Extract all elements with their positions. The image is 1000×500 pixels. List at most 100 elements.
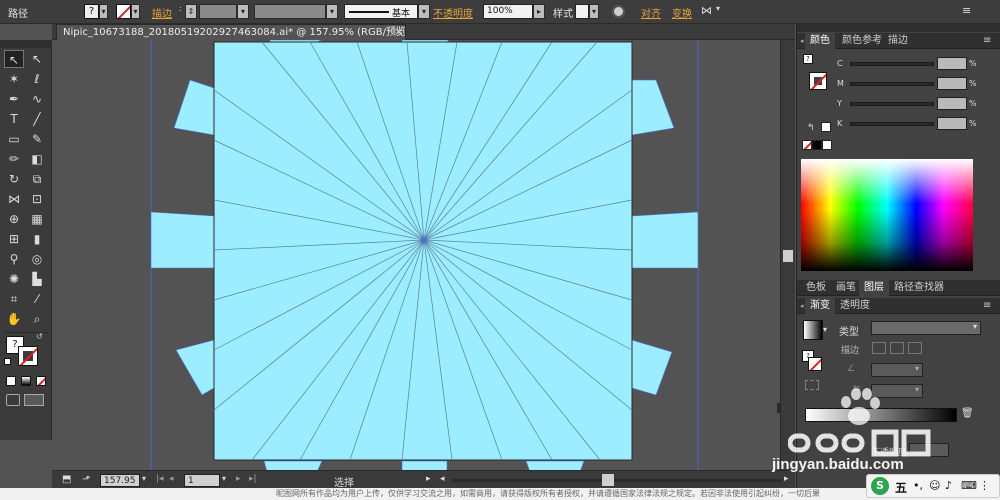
line-tool-icon[interactable]: ╱ <box>27 110 47 128</box>
tab-close-icon[interactable]: × <box>394 25 403 38</box>
channel-m-input[interactable] <box>937 77 967 90</box>
delete-stop-icon[interactable]: 🗑 <box>961 408 974 419</box>
first-artboard-icon[interactable]: |◂ <box>156 474 164 484</box>
channel-y-input[interactable] <box>937 97 967 110</box>
outer-petal-4[interactable] <box>631 211 699 269</box>
ime-keyboard-icon[interactable]: ⌨ <box>961 479 977 492</box>
zoom-dropdown[interactable]: ▾ <box>142 474 146 483</box>
column-graph-tool-icon[interactable]: ▙ <box>27 270 47 288</box>
free-transform-tool-icon[interactable]: ⊡ <box>27 190 47 208</box>
drawing-mode-icon[interactable] <box>6 394 20 406</box>
brush-dropdown-arrow[interactable]: ▾ <box>418 4 430 19</box>
scale-tool-icon[interactable]: ⧉ <box>27 170 47 188</box>
tab-color-guide[interactable]: 颜色参考 <box>837 33 887 49</box>
artboard-tool-icon[interactable]: ⌗ <box>4 290 24 308</box>
tools-panel-grip[interactable] <box>0 40 52 48</box>
pen-tool-icon[interactable]: ✒ <box>4 90 24 108</box>
tab-stroke[interactable]: 描边 <box>883 33 913 49</box>
eyedropper-tool-icon[interactable]: ⚲ <box>4 250 24 268</box>
ime-mode[interactable]: 五 <box>895 479 907 496</box>
hand-tool-icon[interactable]: ✋ <box>4 310 24 328</box>
hscroll-left-icon[interactable]: ◂ <box>440 474 445 484</box>
mesh-tool-icon[interactable]: ⊞ <box>4 230 24 248</box>
direct-selection-tool-icon[interactable]: ↖ <box>27 50 47 68</box>
horizontal-scroll-track[interactable] <box>452 479 782 482</box>
stroke-weight-dropdown[interactable]: ▾ <box>237 4 249 19</box>
color-fill-mini[interactable]: ? <box>803 54 813 64</box>
gradient-stroke-mini[interactable] <box>808 357 822 371</box>
magic-wand-tool-icon[interactable]: ✶ <box>4 70 24 88</box>
color-panel-menu-icon[interactable]: ≡ <box>983 35 991 46</box>
outer-petal-5[interactable] <box>631 339 673 396</box>
align-link[interactable]: 对齐 <box>641 5 661 20</box>
color-spectrum[interactable] <box>801 159 973 271</box>
opacity-dropdown[interactable]: ▸ <box>533 4 545 19</box>
channel-c-slider[interactable] <box>850 62 934 66</box>
channel-c-input[interactable] <box>937 57 967 70</box>
none-swatch[interactable] <box>802 140 812 150</box>
tab-color[interactable]: 颜色 <box>805 33 835 49</box>
shape-mode-dropdown[interactable]: ▾ <box>716 4 724 19</box>
graphic-style-swatch[interactable] <box>575 4 589 19</box>
ime-logo-icon[interactable]: S <box>871 477 889 495</box>
tab-transparency[interactable]: 透明度 <box>835 298 875 314</box>
stroke-gradient-option-1[interactable] <box>872 342 886 354</box>
export-icon[interactable]: ⬏ <box>82 474 96 487</box>
collapse-arrows-icon[interactable]: ◂ <box>800 302 804 310</box>
artboard-canvas[interactable] <box>52 40 780 470</box>
zoom-tool-icon[interactable]: ⌕ <box>27 310 47 328</box>
artboard-dropdown[interactable]: ▾ <box>222 474 226 483</box>
white-swatch[interactable] <box>822 140 832 150</box>
selection-tool-icon[interactable]: ↖ <box>4 50 24 68</box>
swap-colors-icon[interactable]: ↺ <box>36 332 43 341</box>
vertical-scroll-thumb[interactable] <box>783 250 793 262</box>
gradient-tool-icon[interactable]: ▮ <box>27 230 47 248</box>
tab-layers[interactable]: 图层 <box>859 280 889 296</box>
tab-pathfinder[interactable]: 路径查找器 <box>889 280 949 296</box>
outer-petal-6[interactable] <box>263 460 323 470</box>
rotate-tool-icon[interactable]: ↻ <box>4 170 24 188</box>
color-mode-icon[interactable] <box>6 376 16 386</box>
stroke-color-box[interactable] <box>18 346 38 366</box>
fill-swatch[interactable]: ? <box>84 4 99 19</box>
blend-tool-icon[interactable]: ◎ <box>27 250 47 268</box>
outer-petal-3[interactable] <box>631 79 675 136</box>
recolor-icon[interactable] <box>612 5 625 18</box>
shape-builder-tool-icon[interactable]: ⊕ <box>4 210 24 228</box>
prev-artboard-icon[interactable]: ◂ <box>169 474 174 484</box>
web-safe-swatch[interactable] <box>821 122 831 132</box>
artboard-number-input[interactable]: 1 <box>184 474 220 487</box>
stroke-weight-stepper[interactable]: ⇕ <box>185 4 197 19</box>
stroke-link[interactable]: 描边 <box>152 5 172 20</box>
outer-petal-2[interactable] <box>175 339 215 396</box>
shape-mode-icon[interactable]: ⋈ <box>701 4 715 19</box>
dock-grip[interactable] <box>797 24 1000 32</box>
document-tab[interactable]: Nipic_10673188_20180519202927463084.ai* … <box>56 24 406 40</box>
variable-width-dropdown[interactable] <box>254 4 326 19</box>
default-colors-icon[interactable] <box>4 358 11 365</box>
pencil-tool-icon[interactable]: ✏ <box>4 150 24 168</box>
outer-petal-0[interactable] <box>173 79 215 136</box>
angle-input[interactable]: ▾ <box>871 363 923 377</box>
width-tool-icon[interactable]: ⋈ <box>4 190 24 208</box>
ime-punctuation-icon[interactable]: •, <box>913 479 923 492</box>
fill-dropdown[interactable]: ▾ <box>99 4 108 19</box>
graphic-style-dropdown[interactable]: ▾ <box>589 4 599 19</box>
gradient-preview[interactable] <box>803 320 823 340</box>
outer-petal-1[interactable] <box>150 211 215 269</box>
ime-emoji-icon[interactable]: ☺ <box>929 479 940 492</box>
channel-m-slider[interactable] <box>850 82 934 86</box>
stroke-weight-input[interactable] <box>199 4 237 19</box>
gradient-panel-menu-icon[interactable]: ≡ <box>983 300 991 311</box>
symbol-sprayer-tool-icon[interactable]: ✺ <box>4 270 24 288</box>
last-artboard-icon[interactable]: ▸| <box>249 474 257 484</box>
status-menu-arrow[interactable]: ▸ <box>426 474 431 484</box>
gradient-type-dropdown[interactable]: ▾ <box>871 321 981 335</box>
variable-width-arrow[interactable]: ▾ <box>326 4 338 19</box>
none-mode-icon[interactable] <box>36 376 46 386</box>
tab-brushes[interactable]: 画笔 <box>831 280 861 296</box>
stroke-gradient-option-2[interactable] <box>890 342 904 354</box>
transform-link[interactable]: 变换 <box>672 5 692 20</box>
color-stroke-mini[interactable] <box>809 72 827 90</box>
rectangle-tool-icon[interactable]: ▭ <box>4 130 24 148</box>
